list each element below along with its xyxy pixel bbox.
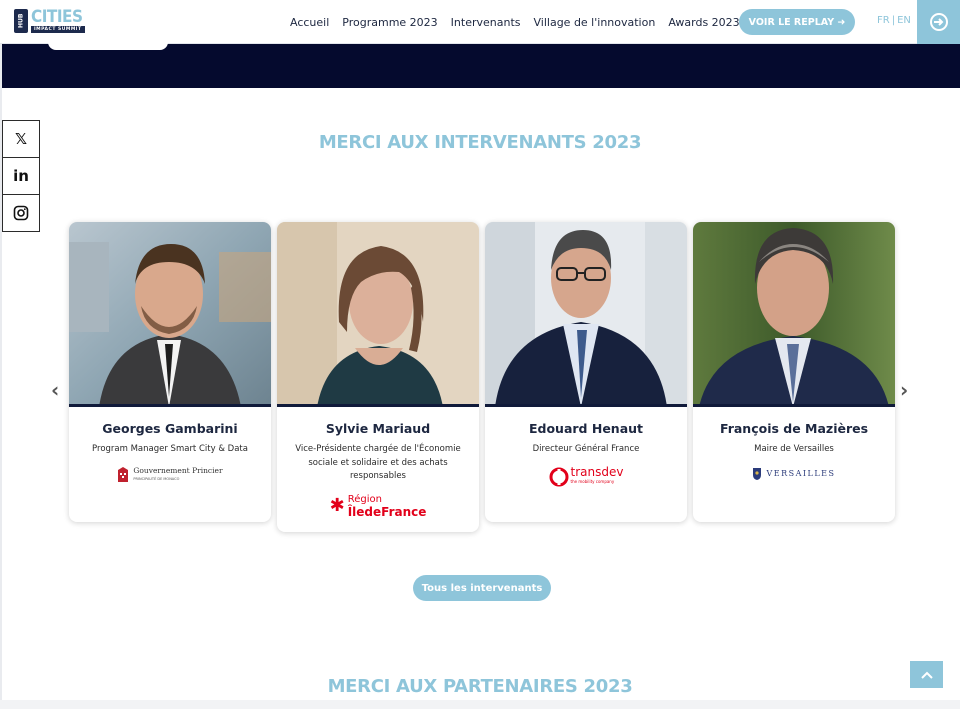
versailles-crest-icon [753, 467, 762, 480]
nav-item-intervenants[interactable]: Intervenants [451, 16, 521, 29]
main-nav: Accueil Programme 2023 Intervenants Vill… [290, 0, 740, 44]
speaker-role: Vice-Présidente chargée de l'Économie so… [295, 444, 461, 481]
speaker-photo [485, 222, 687, 407]
language-switcher: FR | EN [877, 15, 911, 26]
nav-item-awards[interactable]: Awards 2023 [668, 16, 739, 29]
speakers-section-title: MERCI AUX INTERVENANTS 2023 [318, 132, 642, 153]
scroll-to-top-button[interactable] [910, 661, 943, 688]
speaker-name: Sylvie Mariaud [325, 421, 431, 436]
transdev-swirl-icon [549, 467, 569, 486]
bottom-scroll-area [0, 700, 960, 709]
org-logo-region-idf: ✱ Région ÎledeFrance [329, 493, 427, 519]
speaker-role: Program Manager Smart City & Data [92, 444, 248, 454]
lang-separator: | [891, 15, 896, 26]
carousel-prev-icon[interactable]: ‹ [51, 378, 59, 402]
speaker-name: Edouard Henaut [528, 421, 644, 436]
org-logo-versailles: VERSAILLES [693, 467, 895, 481]
logo-wordmark: CITIES [31, 6, 83, 27]
banner-button-edge[interactable] [48, 42, 168, 50]
nav-item-village[interactable]: Village de l'innovation [534, 16, 656, 29]
site-header: HUB CITIES IMPACT SUMMIT Accueil Program… [0, 0, 960, 44]
all-speakers-button[interactable]: Tous les intervenants [413, 575, 551, 601]
lang-fr[interactable]: FR [877, 15, 890, 26]
partners-section-title: MERCI AUX PARTENAIRES 2023 [327, 676, 633, 697]
monaco-crest-icon [118, 466, 129, 482]
login-button[interactable] [917, 0, 960, 44]
speaker-name: François de Mazières [719, 421, 869, 436]
speaker-card[interactable]: François de Mazières Maire de Versailles… [693, 222, 895, 522]
speaker-name: Georges Gambarini [102, 421, 238, 436]
site-logo[interactable]: HUB CITIES IMPACT SUMMIT [14, 7, 86, 34]
lang-en[interactable]: EN [897, 15, 911, 26]
org-logo-transdev: transdev the mobility company [485, 466, 687, 487]
chevron-up-icon [920, 671, 933, 679]
speaker-card[interactable]: Georges Gambarini Program Manager Smart … [69, 222, 271, 522]
replay-button[interactable]: VOIR LE REPLAY ➜ [739, 9, 855, 35]
logo-tagline: IMPACT SUMMIT [31, 25, 85, 33]
logo-hub-mark: HUB [14, 8, 28, 33]
speaker-photo [693, 222, 895, 407]
nav-item-programme[interactable]: Programme 2023 [342, 16, 437, 29]
speaker-photo [277, 222, 479, 407]
region-star-icon: ✱ [329, 494, 345, 516]
hero-banner-bottom [2, 42, 960, 88]
speaker-role: Directeur Général France [532, 444, 640, 454]
speaker-photo [69, 222, 271, 407]
linkedin-icon[interactable]: in [2, 157, 40, 195]
carousel-next-icon[interactable]: › [900, 378, 908, 402]
nav-item-accueil[interactable]: Accueil [290, 16, 329, 29]
instagram-icon[interactable] [2, 194, 40, 232]
speaker-card[interactable]: Edouard Henaut Directeur Général France … [485, 222, 687, 522]
login-arrow-icon [929, 13, 948, 31]
speaker-card[interactable]: Sylvie Mariaud Vice-Présidente chargée d… [277, 222, 479, 532]
speaker-role: Maire de Versailles [754, 444, 834, 454]
org-logo-monaco: Gouvernement Princier PRINCIPAUTÉ DE MON… [69, 466, 271, 483]
